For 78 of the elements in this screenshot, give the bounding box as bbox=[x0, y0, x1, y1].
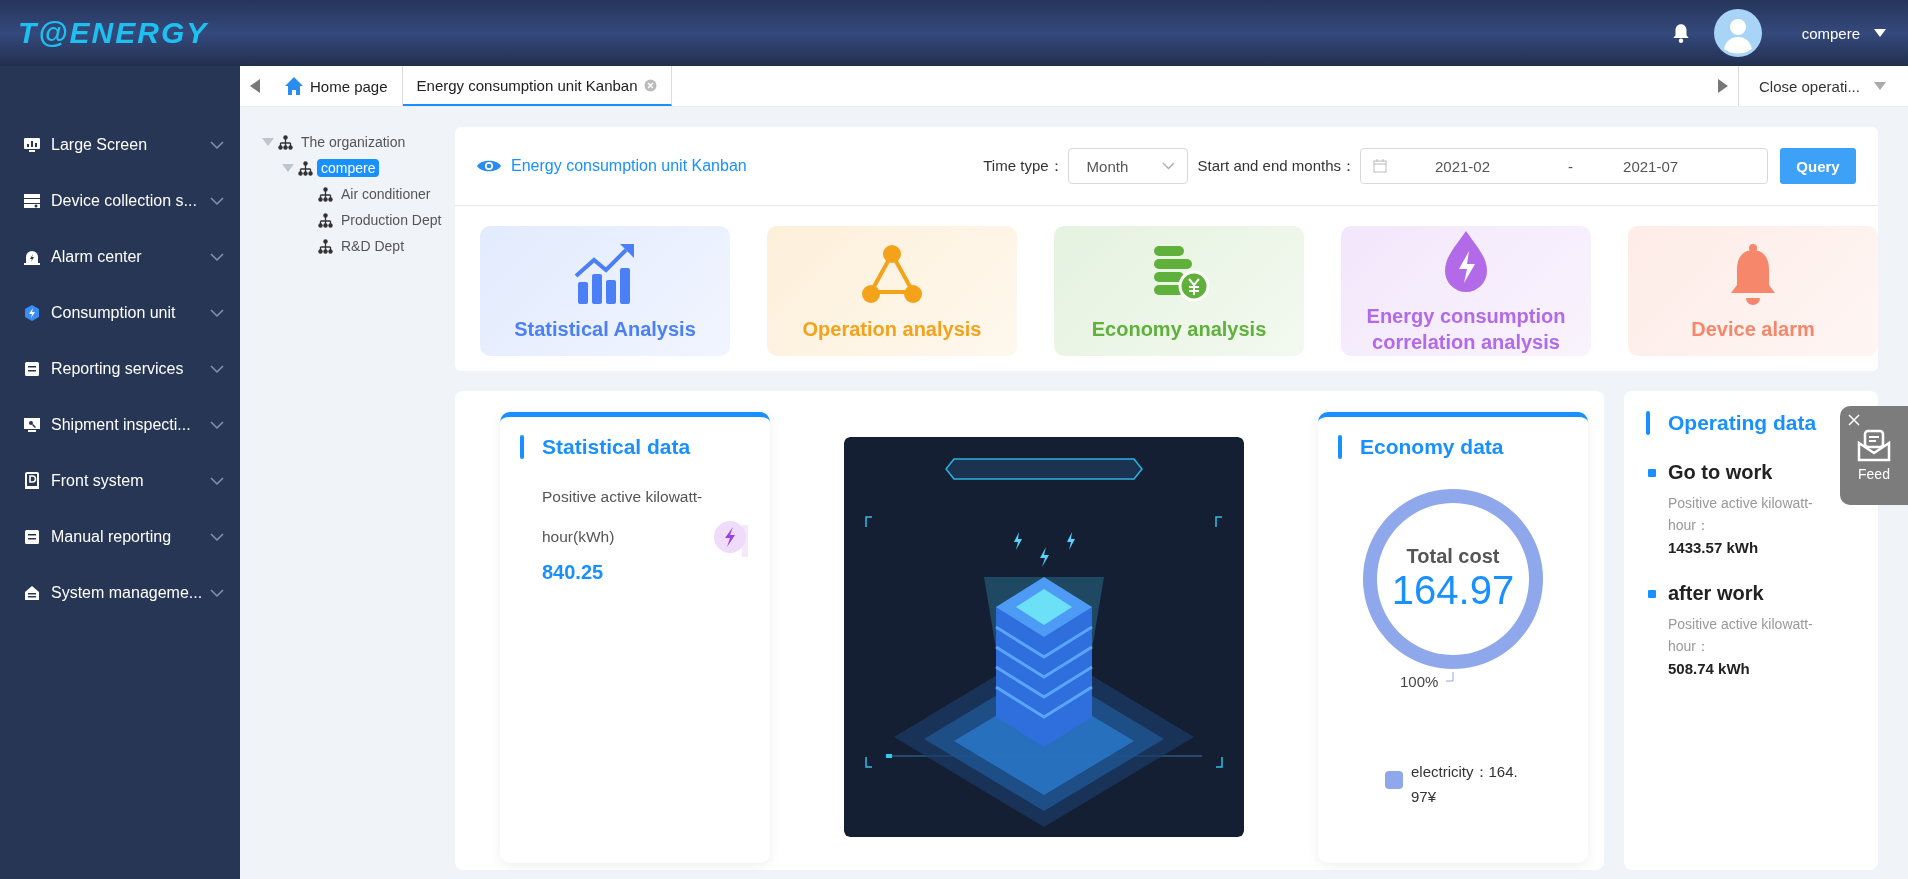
metric-label: Positive active kilowatt-hour： bbox=[1668, 615, 1814, 656]
field-label: Time type： bbox=[983, 156, 1064, 176]
chevron-down-icon bbox=[210, 476, 224, 486]
entry-title: after work bbox=[1668, 582, 1764, 605]
sidebar-item[interactable]: Consumption unit bbox=[0, 285, 240, 341]
sidebar-item[interactable]: Front system bbox=[0, 453, 240, 509]
user-name[interactable]: compere bbox=[1801, 24, 1860, 42]
document-icon bbox=[23, 360, 41, 378]
caret-icon[interactable] bbox=[1874, 29, 1886, 37]
field-label: Start and end months： bbox=[1197, 156, 1356, 176]
chevron-down-icon bbox=[210, 364, 224, 374]
org-chart-icon bbox=[318, 212, 333, 228]
legend-swatch bbox=[1385, 771, 1403, 789]
title-accent-bar bbox=[1646, 411, 1650, 435]
letter-d-icon bbox=[23, 472, 41, 490]
org-chart-icon bbox=[318, 238, 333, 254]
sidebar-item[interactable]: Shipment inspecti... bbox=[0, 397, 240, 453]
chevron-down-icon bbox=[210, 252, 224, 262]
eye-icon bbox=[477, 158, 501, 174]
chevron-down-icon bbox=[1161, 162, 1175, 170]
org-chart-icon bbox=[298, 160, 313, 176]
org-chart-icon bbox=[318, 186, 333, 202]
donut-center-label: Total cost bbox=[1406, 545, 1500, 568]
org-chart-icon bbox=[278, 134, 293, 150]
metric-value: 1433.57 kWh bbox=[1668, 539, 1760, 556]
alarm-light-icon bbox=[23, 248, 41, 266]
bullet-icon bbox=[1648, 589, 1656, 598]
page-title: Energy consumption unit Kanban bbox=[511, 157, 747, 175]
home-icon bbox=[284, 76, 304, 96]
chevron-down-icon bbox=[210, 588, 224, 598]
time-type-select[interactable]: Month bbox=[1067, 148, 1188, 184]
caret-icon bbox=[1873, 82, 1886, 90]
chevron-down-icon bbox=[210, 532, 224, 542]
tab[interactable]: Energy consumption unit Kanban bbox=[402, 66, 672, 106]
sidebar-item[interactable]: Large Screen bbox=[0, 117, 240, 173]
title-accent-bar bbox=[1338, 435, 1342, 459]
tree-node[interactable]: Production Dept bbox=[337, 211, 446, 229]
sidebar-item[interactable]: System manageme... bbox=[0, 565, 240, 621]
sidebar-item[interactable]: Device collection s... bbox=[0, 173, 240, 229]
legend-label: electricity：164.97¥ bbox=[1411, 762, 1519, 807]
chevron-down-icon bbox=[210, 420, 224, 430]
card-title: Operating data bbox=[1668, 411, 1817, 435]
data-label: 100% bbox=[1400, 673, 1439, 690]
donut-center-value: 164.97 bbox=[1391, 568, 1515, 613]
tree-node[interactable]: The organization bbox=[297, 133, 410, 151]
feedback-button[interactable]: Feed bbox=[1840, 406, 1908, 505]
sidebar-item[interactable]: Manual reporting bbox=[0, 509, 240, 565]
metric-value: 840.25 bbox=[542, 561, 605, 584]
sidebar-item[interactable]: Alarm center bbox=[0, 229, 240, 285]
arrow-left-icon[interactable] bbox=[250, 79, 260, 93]
calendar-icon bbox=[1373, 159, 1387, 173]
metric-label: Positive active kilowatt-hour(kWh) bbox=[542, 487, 704, 547]
chevron-down-icon bbox=[210, 140, 224, 150]
lightning-hexagon-icon bbox=[23, 304, 41, 322]
close-icon[interactable] bbox=[1848, 414, 1860, 426]
tree-node[interactable]: R&D Dept bbox=[337, 237, 409, 255]
tree-node[interactable]: Air conditioner bbox=[337, 185, 435, 203]
logo: T@ENERGY bbox=[18, 16, 209, 50]
chart-monitor-icon bbox=[23, 136, 41, 154]
chevron-down-icon bbox=[210, 196, 224, 206]
envelope-icon bbox=[1856, 428, 1892, 464]
date-range-field[interactable]: 2021-02 - 2021-07 bbox=[1360, 148, 1768, 184]
avatar-icon[interactable] bbox=[1713, 9, 1762, 57]
sidebar-item[interactable]: Reporting services bbox=[0, 341, 240, 397]
card-title: Statistical data bbox=[542, 435, 691, 459]
server-icon bbox=[23, 192, 41, 210]
house-icon bbox=[23, 584, 41, 602]
title-accent-bar bbox=[520, 435, 524, 459]
metric-value: 508.74 kWh bbox=[1668, 660, 1751, 677]
chevron-down-icon bbox=[210, 308, 224, 318]
bullet-icon bbox=[1648, 468, 1656, 477]
entry-title: Go to work bbox=[1668, 461, 1773, 484]
monitor-search-icon bbox=[23, 416, 41, 434]
document-icon bbox=[23, 528, 41, 546]
card-title: Economy data bbox=[1360, 435, 1504, 459]
leader-line bbox=[1446, 672, 1454, 682]
arrow-right-icon[interactable] bbox=[1718, 79, 1728, 93]
metric-label: Positive active kilowatt-hour： bbox=[1668, 494, 1814, 535]
